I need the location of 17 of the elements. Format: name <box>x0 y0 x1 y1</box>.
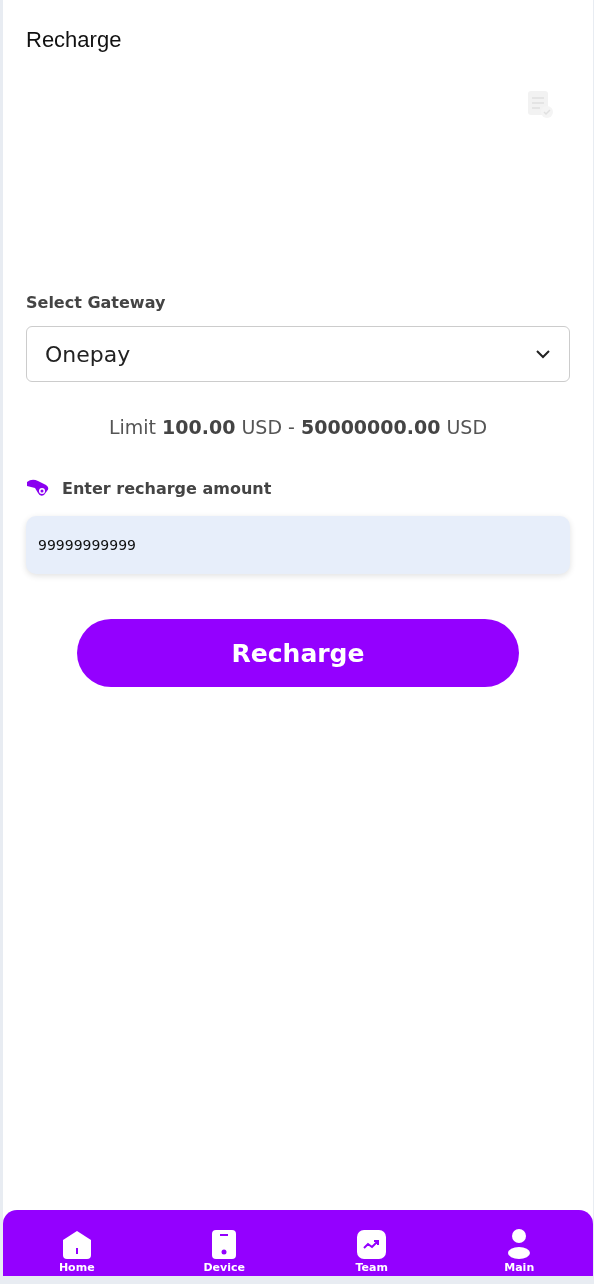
phone-icon <box>212 1230 237 1259</box>
home-icon <box>61 1231 92 1259</box>
nav-tab[interactable]: Device <box>179 1230 270 1274</box>
person-icon <box>508 1229 531 1259</box>
trend-chart-icon <box>357 1230 387 1259</box>
nav-tab[interactable]: Main <box>474 1229 565 1274</box>
nav-tab[interactable]: Team <box>326 1230 417 1274</box>
recharge-button[interactable]: Recharge <box>77 619 519 687</box>
nav-tab[interactable]: Home <box>31 1231 122 1274</box>
limit-text: Limit 100.00 USD - 50000000.00 USD <box>107 416 489 438</box>
field-label: Enter recharge amount <box>62 478 272 498</box>
amount-field[interactable]: 99999999999 <box>26 516 570 574</box>
checklist-icon[interactable] <box>526 89 554 119</box>
chevron-down-icon <box>535 349 551 359</box>
field-label: Select Gateway <box>26 293 167 312</box>
page-title: Recharge <box>26 27 123 53</box>
gateway-dropdown[interactable]: Onepay <box>26 326 570 382</box>
